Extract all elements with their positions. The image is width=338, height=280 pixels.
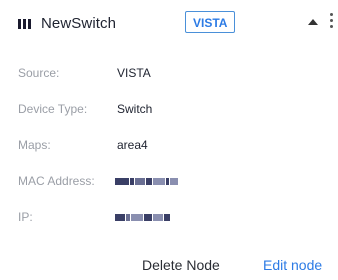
delete-node-button[interactable]: Delete Node [142,257,220,273]
node-details-panel: NewSwitch VISTA Source: VISTA Device Typ… [0,0,338,280]
detail-row-device-type: Device Type: Switch [0,94,338,124]
detail-row-mac-address: MAC Address: [0,166,338,196]
detail-value: Switch [117,102,153,116]
detail-label: Maps: [18,138,51,152]
details-list: Source: VISTA Device Type: Switch Maps: … [0,58,338,238]
source-badge: VISTA [185,11,236,33]
detail-label: Device Type: [18,102,88,116]
node-title: NewSwitch [41,15,117,32]
mac-address-redacted [115,177,178,185]
detail-value: area4 [117,138,148,152]
panel-header: NewSwitch VISTA [0,0,338,48]
detail-label: IP: [18,210,33,224]
detail-label: MAC Address: [18,174,95,188]
detail-value: VISTA [117,66,151,80]
kebab-menu-icon[interactable] [330,13,334,33]
edit-node-button[interactable]: Edit node [263,257,322,273]
switch-icon [18,19,32,29]
detail-label: Source: [18,66,60,80]
detail-row-source: Source: VISTA [0,58,338,88]
ip-address-redacted [115,213,170,221]
detail-row-ip: IP: [0,202,338,232]
detail-row-maps: Maps: area4 [0,130,338,160]
panel-footer: Delete Node Edit node [0,250,338,280]
caret-up-icon[interactable] [307,16,321,30]
